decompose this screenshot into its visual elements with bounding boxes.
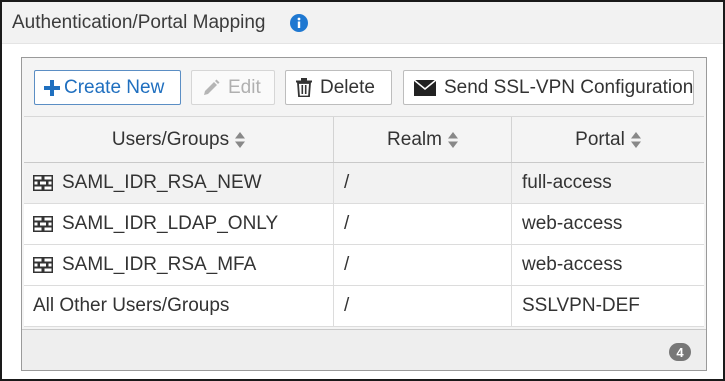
column-header-realm[interactable]: Realm	[334, 117, 512, 162]
envelope-icon	[414, 79, 436, 96]
cell-users-groups: SAML_IDR_RSA_NEW	[24, 163, 334, 203]
table-row[interactable]: All Other Users/Groups / SSLVPN-DEF	[24, 286, 704, 327]
edit-label: Edit	[228, 76, 261, 98]
pencil-icon	[202, 79, 220, 97]
send-ssl-vpn-label: Send SSL-VPN Configuration	[444, 76, 694, 98]
cell-users-groups: SAML_IDR_LDAP_ONLY	[24, 204, 334, 244]
cell-realm: /	[334, 245, 512, 285]
edit-button[interactable]: Edit	[191, 70, 275, 105]
cell-realm: /	[334, 163, 512, 203]
cell-users-groups: All Other Users/Groups	[24, 286, 334, 326]
cell-users-groups: SAML_IDR_RSA_MFA	[24, 245, 334, 285]
table-row[interactable]: SAML_IDR_LDAP_ONLY / web-access	[24, 204, 704, 245]
send-ssl-vpn-configuration-button[interactable]: Send SSL-VPN Configuration	[403, 70, 694, 105]
table-footer: 4	[22, 329, 706, 370]
firewall-group-icon	[33, 216, 53, 232]
table-row[interactable]: SAML_IDR_RSA_MFA / web-access	[24, 245, 704, 286]
column-header-portal[interactable]: Portal	[512, 117, 704, 162]
row-count-badge: 4	[669, 343, 691, 361]
sort-icon	[235, 131, 246, 148]
sort-icon	[630, 131, 641, 148]
section-header: Authentication/Portal Mapping	[2, 2, 723, 44]
create-new-button[interactable]: Create New	[34, 70, 181, 105]
authentication-portal-mapping-section: Authentication/Portal Mapping Create New…	[0, 0, 725, 381]
cell-realm: /	[334, 204, 512, 244]
cell-portal: web-access	[522, 254, 623, 275]
create-new-label: Create New	[64, 76, 165, 98]
firewall-group-icon	[33, 175, 53, 191]
table-row[interactable]: SAML_IDR_RSA_NEW / full-access	[24, 163, 704, 204]
cell-realm: /	[334, 286, 512, 326]
column-header-users-groups[interactable]: Users/Groups	[24, 117, 334, 162]
delete-label: Delete	[320, 76, 375, 98]
trash-icon	[296, 78, 312, 97]
cell-portal: web-access	[522, 213, 623, 234]
info-circle-icon[interactable]	[290, 14, 308, 32]
section-title: Authentication/Portal Mapping	[12, 12, 266, 33]
plus-icon	[44, 79, 60, 96]
mapping-table: Users/Groups Realm Portal SAML_IDR_RSA_N…	[24, 116, 704, 327]
toolbar: Create New Edit Delete Send SSL-VPN Conf…	[22, 58, 706, 116]
mapping-panel: Create New Edit Delete Send SSL-VPN Conf…	[21, 57, 707, 371]
cell-portal: full-access	[522, 172, 612, 193]
cell-portal: SSLVPN-DEF	[522, 295, 640, 316]
delete-button[interactable]: Delete	[285, 70, 392, 105]
table-header: Users/Groups Realm Portal	[24, 116, 704, 163]
firewall-group-icon	[33, 257, 53, 273]
sort-icon	[447, 131, 458, 148]
